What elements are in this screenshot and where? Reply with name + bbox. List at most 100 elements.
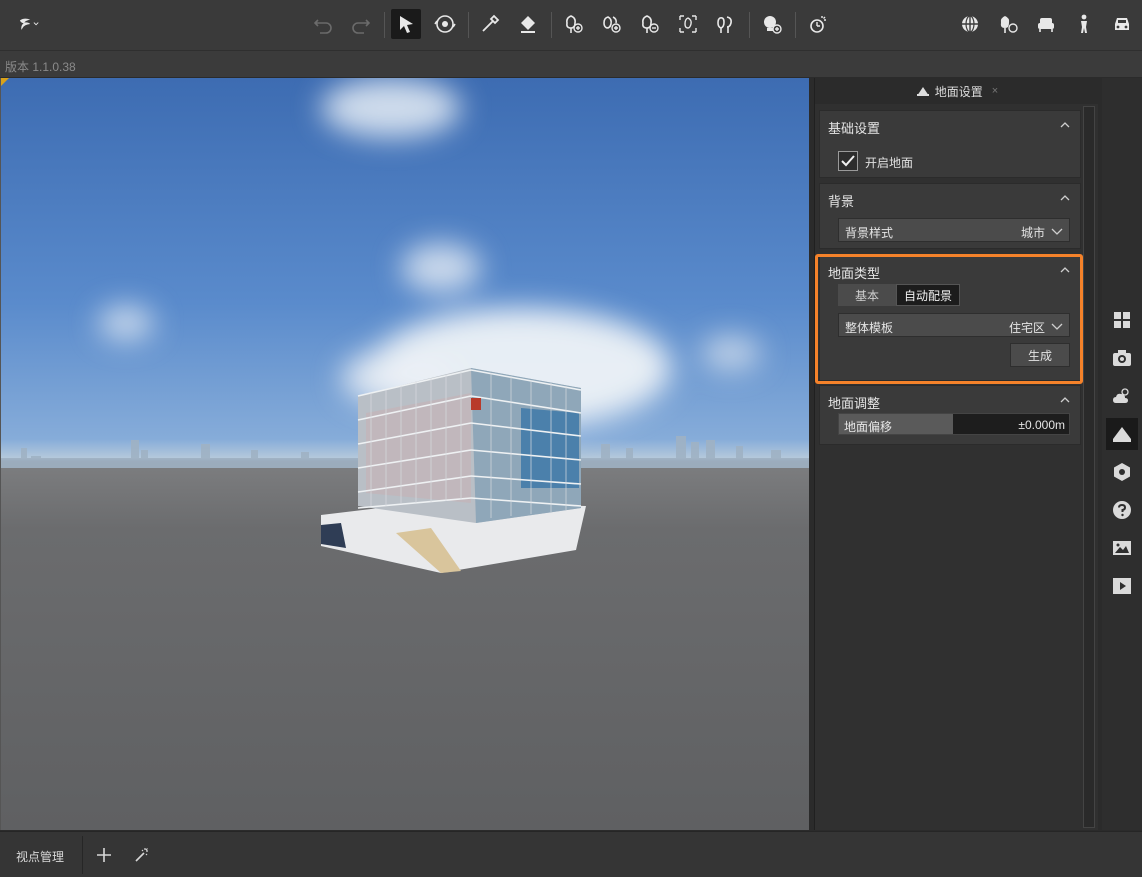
right-icon-strip bbox=[1102, 78, 1142, 830]
section-ground-type: 地面类型 基本 自动配景 整体模板 住宅区 生成 bbox=[819, 255, 1081, 381]
ground-offset-value: ±0.000m bbox=[1018, 418, 1065, 432]
auto-viewpoint-button[interactable] bbox=[131, 844, 153, 866]
eyedropper-button[interactable] bbox=[475, 9, 505, 39]
toolbar-divider bbox=[795, 12, 796, 38]
tree-library-icon bbox=[1000, 16, 1018, 33]
weather-button[interactable] bbox=[1106, 380, 1138, 412]
remove-plant-button[interactable] bbox=[635, 9, 665, 39]
image-icon bbox=[1113, 541, 1131, 555]
version-bar: 版本 1.1.0.38 bbox=[0, 50, 1142, 77]
section-title: 地面调整 bbox=[828, 396, 881, 411]
section-title: 基础设置 bbox=[828, 121, 881, 136]
tree-remove-icon bbox=[642, 15, 659, 33]
panel-close-button[interactable]: × bbox=[992, 85, 998, 97]
checkmark-icon bbox=[841, 155, 855, 167]
bottom-divider bbox=[82, 836, 83, 874]
play-icon bbox=[1113, 578, 1131, 594]
panel-scrollbar[interactable] bbox=[1083, 106, 1095, 828]
person-icon bbox=[1081, 14, 1087, 33]
select-plants-button[interactable] bbox=[673, 9, 703, 39]
panel-tab-label: 地面设置 bbox=[934, 84, 983, 99]
paint-bucket-button[interactable] bbox=[513, 9, 543, 39]
mode-auto-landscape-button[interactable]: 自动配景 bbox=[896, 284, 961, 306]
layout-button[interactable] bbox=[1106, 304, 1138, 336]
app-logo-icon bbox=[19, 18, 39, 30]
tree-add-icon bbox=[566, 15, 583, 33]
enable-ground-checkbox[interactable] bbox=[838, 151, 858, 171]
environment-button[interactable] bbox=[955, 9, 985, 39]
generate-button[interactable]: 生成 bbox=[1010, 343, 1070, 367]
ground-settings-button[interactable] bbox=[1106, 418, 1138, 450]
magic-wand-icon bbox=[135, 848, 148, 862]
help-icon bbox=[1113, 501, 1131, 519]
chevron-down-icon bbox=[1051, 323, 1063, 330]
viewpoint-manager-tab[interactable]: 视点管理 bbox=[16, 848, 64, 865]
cursor-arrow-icon bbox=[400, 16, 413, 33]
ground-offset-slider[interactable]: 地面偏移 ±0.000m bbox=[838, 413, 1070, 435]
panel-tab-ground-settings[interactable]: 地面设置 × bbox=[815, 78, 1099, 104]
section-basic-settings: 基础设置 开启地面 bbox=[819, 110, 1081, 178]
section-background: 背景 背景样式 城市 bbox=[819, 183, 1081, 249]
camera-icon bbox=[1113, 350, 1131, 366]
add-light-button[interactable] bbox=[757, 9, 787, 39]
camera-button[interactable] bbox=[1106, 342, 1138, 374]
ground-settings-panel: 地面设置 × 基础设置 开启地面 背景 背景样式 城市 地面类型 基本 自动配景… bbox=[814, 78, 1099, 830]
scene-viewport[interactable] bbox=[0, 78, 809, 830]
tree-select-icon bbox=[679, 15, 697, 33]
add-plant-button[interactable] bbox=[559, 9, 589, 39]
building-model bbox=[321, 368, 586, 573]
toolbar-divider bbox=[384, 12, 385, 38]
overall-template-select[interactable]: 整体模板 住宅区 bbox=[838, 313, 1070, 337]
section-title: 地面类型 bbox=[828, 266, 881, 281]
top-toolbar bbox=[0, 0, 1142, 50]
enable-ground-label: 开启地面 bbox=[865, 156, 914, 170]
plant-brush-button[interactable] bbox=[711, 9, 741, 39]
background-style-select[interactable]: 背景样式 城市 bbox=[838, 218, 1070, 242]
scene-render bbox=[1, 78, 809, 573]
chevron-up-icon[interactable] bbox=[1060, 395, 1070, 405]
background-style-label: 背景样式 bbox=[845, 226, 894, 240]
redo-button[interactable] bbox=[346, 9, 376, 39]
people-library-button[interactable] bbox=[1069, 9, 1099, 39]
help-button[interactable] bbox=[1106, 494, 1138, 526]
car-icon bbox=[1115, 18, 1129, 30]
chevron-up-icon[interactable] bbox=[1060, 193, 1070, 203]
cloud bbox=[98, 78, 761, 428]
furniture-library-button[interactable] bbox=[1031, 9, 1061, 39]
plant-brush-icon bbox=[717, 16, 732, 33]
mode-basic-button[interactable]: 基本 bbox=[838, 284, 896, 306]
hexagon-icon bbox=[1114, 463, 1130, 481]
video-button[interactable] bbox=[1106, 570, 1138, 602]
toolbar-divider bbox=[551, 12, 552, 38]
image-gallery-button[interactable] bbox=[1106, 532, 1138, 564]
overall-template-label: 整体模板 bbox=[845, 321, 894, 335]
cloud-sun-icon bbox=[1113, 388, 1129, 403]
material-button[interactable] bbox=[1106, 456, 1138, 488]
add-plant-group-button[interactable] bbox=[597, 9, 627, 39]
section-title: 背景 bbox=[828, 194, 855, 209]
overall-template-value: 住宅区 bbox=[1008, 321, 1045, 335]
vehicle-library-button[interactable] bbox=[1107, 9, 1137, 39]
orbit-tool-button[interactable] bbox=[430, 9, 460, 39]
redo-icon bbox=[352, 19, 371, 34]
section-ground-adjust: 地面调整 地面偏移 ±0.000m bbox=[819, 385, 1081, 445]
chevron-up-icon[interactable] bbox=[1060, 265, 1070, 275]
paint-bucket-icon bbox=[521, 16, 535, 33]
undo-button[interactable] bbox=[308, 9, 338, 39]
sofa-icon bbox=[1038, 18, 1054, 32]
ground-offset-label: 地面偏移 bbox=[844, 420, 893, 434]
sun-timer-icon bbox=[810, 16, 826, 33]
globe-icon bbox=[962, 15, 978, 33]
bottom-bar: 视点管理 bbox=[0, 831, 1142, 877]
sunlight-button[interactable] bbox=[803, 9, 833, 39]
ground-mode-toggle: 基本 自动配景 bbox=[838, 284, 961, 306]
vegetation-library-button[interactable] bbox=[993, 9, 1023, 39]
chevron-down-icon bbox=[1051, 228, 1063, 235]
app-menu-button[interactable] bbox=[8, 9, 48, 39]
light-bulb-add-icon bbox=[764, 16, 782, 34]
add-viewpoint-button[interactable] bbox=[93, 844, 115, 866]
ground-icon bbox=[916, 87, 929, 96]
toolbar-divider bbox=[749, 12, 750, 38]
select-tool-button[interactable] bbox=[391, 9, 421, 39]
chevron-up-icon[interactable] bbox=[1060, 120, 1070, 130]
